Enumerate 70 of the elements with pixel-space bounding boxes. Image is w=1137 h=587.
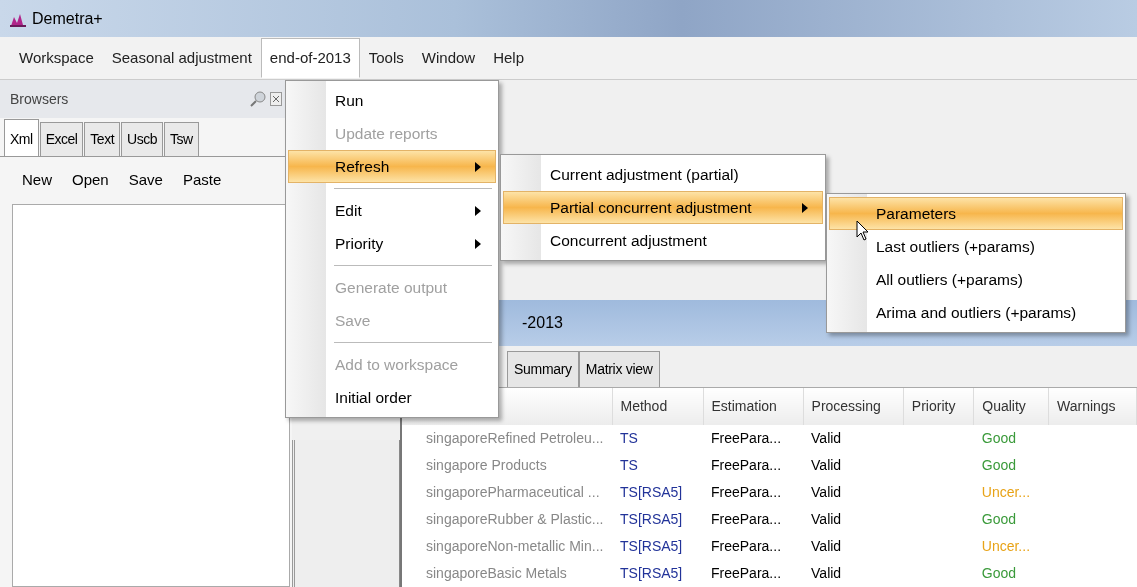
- menu-bar-item[interactable]: Window: [412, 37, 485, 79]
- table-cell: Good: [973, 560, 1049, 587]
- window-title: Demetra+: [32, 8, 103, 29]
- table-cell: singapore Products: [402, 452, 612, 479]
- table-cell: Good: [973, 452, 1049, 479]
- table-cell: FreePara...: [703, 479, 804, 506]
- tab[interactable]: Matrix view: [578, 351, 660, 387]
- table-cell: singaporePharmaceutical ...: [402, 479, 612, 506]
- table-cell: Valid: [803, 506, 904, 533]
- tab[interactable]: Tsw: [163, 122, 199, 156]
- tab[interactable]: Uscb: [121, 122, 163, 156]
- tab[interactable]: Xml: [4, 119, 39, 156]
- table-cell: Valid: [803, 452, 904, 479]
- table-cell: FreePara...: [703, 452, 804, 479]
- tab[interactable]: Text: [84, 122, 121, 156]
- menu-bar-item[interactable]: Help: [484, 37, 533, 79]
- menu-item[interactable]: Priority: [288, 227, 496, 260]
- menu-item[interactable]: All outliers (+params): [829, 263, 1123, 296]
- table-cell: FreePara...: [703, 506, 804, 533]
- column-header[interactable]: Priority: [903, 388, 974, 425]
- table-cell: Valid: [803, 425, 904, 452]
- toolbar-button[interactable]: Save: [128, 169, 163, 192]
- menu-item[interactable]: Partial concurrent adjustment: [503, 191, 823, 224]
- table-cell: singaporeBasic Metals: [402, 560, 612, 587]
- column-header[interactable]: Quality: [973, 388, 1049, 425]
- mouse-pointer-icon: [856, 220, 870, 242]
- menu-item[interactable]: Arima and outliers (+params): [829, 296, 1123, 329]
- table-cell: Valid: [803, 533, 904, 560]
- table-cell: TS: [612, 452, 703, 479]
- column-header[interactable]: Method: [612, 388, 703, 425]
- table-cell: FreePara...: [703, 560, 804, 587]
- table-cell: FreePara...: [703, 425, 804, 452]
- table-cell: Good: [973, 506, 1049, 533]
- table-cell: TS[RSA5]: [612, 533, 703, 560]
- table-cell: TS[RSA5]: [612, 560, 703, 587]
- table-cell: Uncer...: [973, 479, 1049, 506]
- table-cell: Uncer...: [973, 533, 1049, 560]
- table-cell: TS[RSA5]: [612, 479, 703, 506]
- column-header[interactable]: Processing: [803, 388, 904, 425]
- menu-bar-item[interactable]: Workspace: [10, 37, 103, 79]
- table-cell: Valid: [803, 479, 904, 506]
- menu-bar-item[interactable]: end-of-2013: [260, 37, 360, 79]
- tab[interactable]: Summary: [507, 351, 579, 387]
- document-title: -2013: [522, 313, 563, 333]
- menu-item[interactable]: Edit: [288, 194, 496, 227]
- tab[interactable]: Excel: [39, 122, 84, 156]
- menu-item[interactable]: Initial order: [288, 381, 496, 414]
- menu-item[interactable]: Run: [288, 84, 496, 117]
- menu-item[interactable]: Refresh: [288, 150, 496, 183]
- column-header[interactable]: Estimation: [703, 388, 804, 425]
- column-header[interactable]: Warnings: [1048, 388, 1137, 425]
- toolbar-button[interactable]: Open: [72, 169, 109, 192]
- menu-item[interactable]: Last outliers (+params): [829, 230, 1123, 263]
- table-cell: singaporeNon-metallic Min...: [402, 533, 612, 560]
- table-cell: Valid: [803, 560, 904, 587]
- table-cell: TS[RSA5]: [612, 506, 703, 533]
- table-cell: singaporeRubber & Plastic...: [402, 506, 612, 533]
- menu-item[interactable]: Concurrent adjustment: [503, 224, 823, 257]
- menu-item[interactable]: Current adjustment (partial): [503, 158, 823, 191]
- toolbar-button[interactable]: New: [22, 169, 52, 192]
- table-cell: Good: [973, 425, 1049, 452]
- panel-title: Browsers: [10, 89, 69, 109]
- table-cell: singaporeRefined Petroleu...: [402, 425, 612, 452]
- toolbar-button[interactable]: Paste: [182, 169, 222, 192]
- table-cell: TS: [612, 425, 703, 452]
- table-cell: FreePara...: [703, 533, 804, 560]
- menu-bar-item[interactable]: Seasonal adjustment: [102, 37, 261, 79]
- menu-bar-item[interactable]: Tools: [359, 37, 413, 79]
- close-icon[interactable]: [270, 92, 282, 106]
- menu-item[interactable]: Parameters: [829, 197, 1123, 230]
